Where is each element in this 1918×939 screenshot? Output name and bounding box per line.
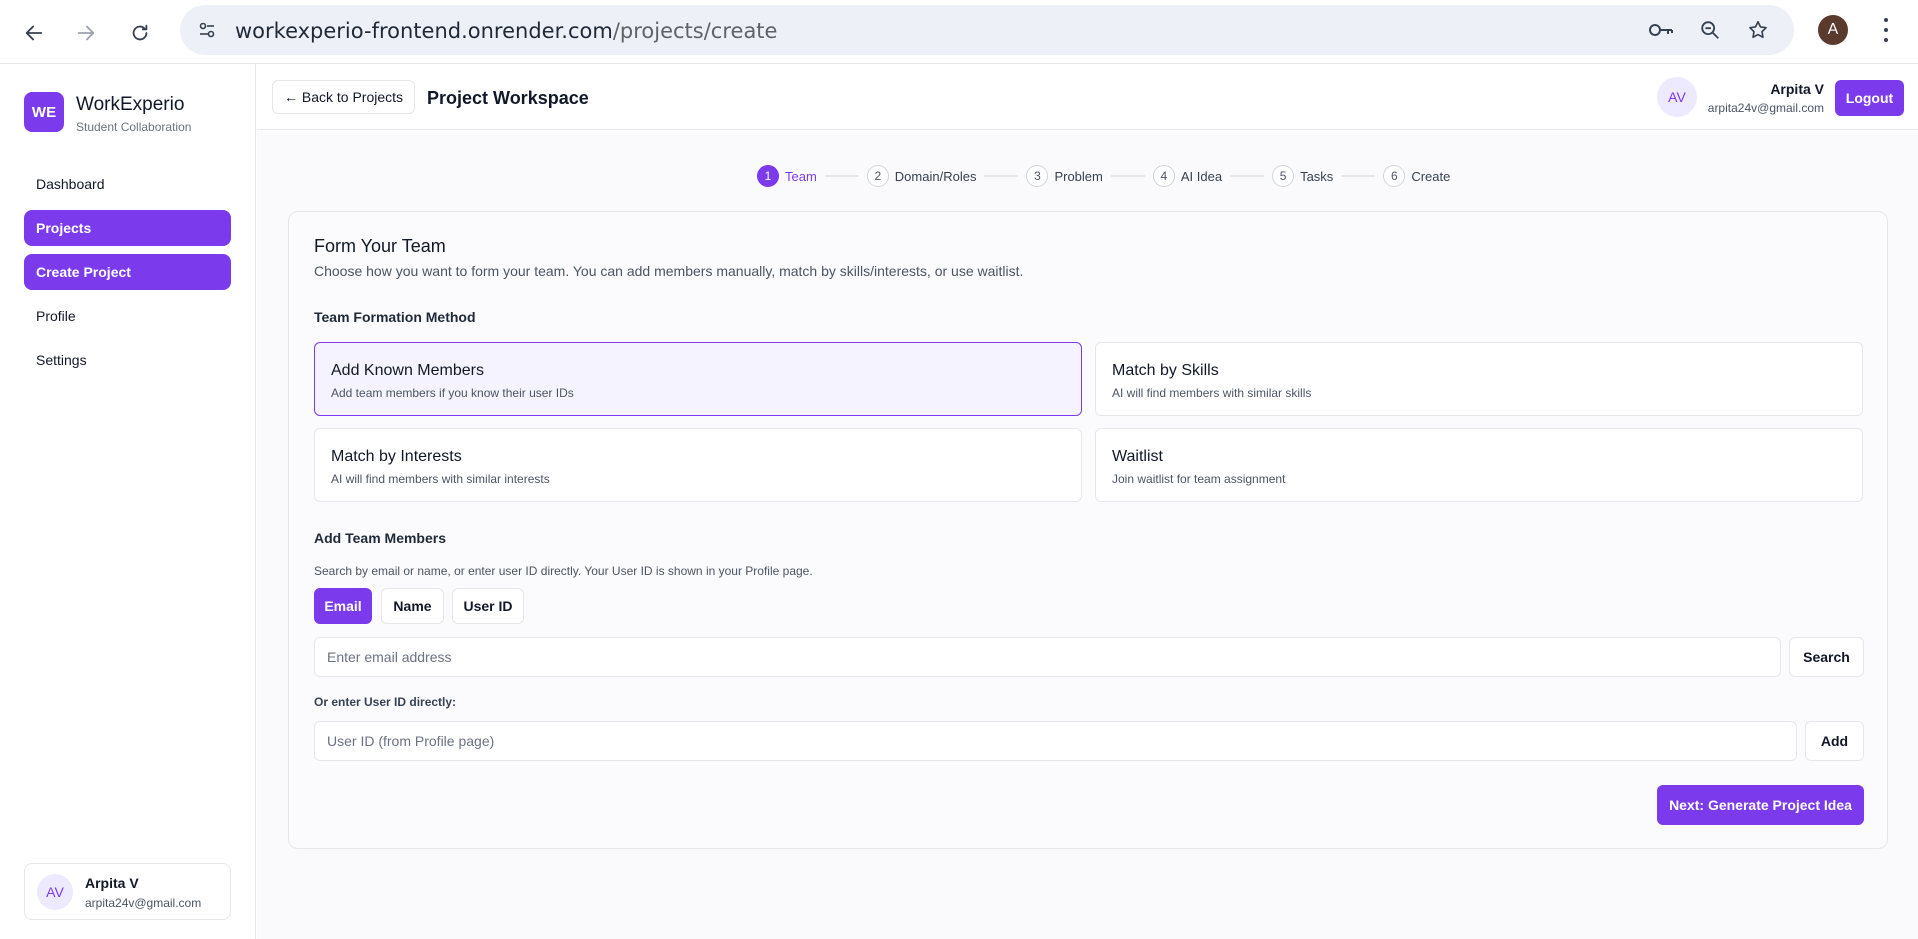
sidebar-item-profile[interactable]: Profile [24, 298, 231, 334]
email-search-input[interactable] [314, 637, 1781, 677]
site-settings-icon[interactable] [192, 15, 222, 45]
url-host: workexperio-frontend.onrender.com [235, 19, 613, 43]
next-generate-idea-button[interactable]: Next: Generate Project Idea [1657, 785, 1864, 825]
url-text: workexperio-frontend.onrender.com/projec… [235, 19, 777, 43]
step-connector [1341, 175, 1376, 177]
form-description: Choose how you want to form your team. Y… [314, 263, 1024, 279]
url-path: /projects/create [612, 19, 778, 43]
wizard-stepper: 1 Team 2 Domain/Roles 3 Problem 4 AI Idea 5T… [757, 164, 1450, 188]
zoom-icon[interactable] [1695, 15, 1725, 45]
add-members-label: Add Team Members [314, 530, 446, 546]
main-content: 1 Team 2 Domain/Roles 3 Problem 4 AI Idea 5T… [257, 131, 1918, 939]
method-label: Team Formation Method [314, 309, 476, 325]
step-tasks[interactable]: 5 Tasks [1272, 165, 1333, 187]
browser-menu-icon[interactable] [1880, 15, 1892, 45]
step-connector [824, 175, 859, 177]
team-form-card: Form Your Team Choose how you want to fo… [288, 211, 1888, 849]
option-match-by-skills[interactable]: Match by Skills AI will find members wit… [1095, 342, 1863, 416]
option-add-known-members[interactable]: Add Known Members Add team members if yo… [314, 342, 1082, 416]
userid-note: Or enter User ID directly: [314, 695, 457, 709]
step-label: Problem [1054, 168, 1103, 184]
step-label: Create [1411, 168, 1451, 184]
back-arrow-icon[interactable] [14, 13, 54, 53]
browser-toolbar: workexperio-frontend.onrender.com/projec… [0, 0, 1918, 64]
step-number: 6 [1383, 165, 1406, 187]
step-team[interactable]: 1 Team [757, 165, 817, 187]
option-description: AI will find members with similar skills [1112, 386, 1312, 400]
search-button[interactable]: Search [1789, 637, 1864, 677]
option-waitlist[interactable]: Waitlist Join waitlist for team assignme… [1095, 428, 1863, 502]
app-header: ← Back to Projects Project Workspace AV … [257, 64, 1918, 130]
option-title: Waitlist [1112, 448, 1163, 465]
option-match-by-interests[interactable]: Match by Interests AI will find members … [314, 428, 1082, 502]
sidebar-item-projects[interactable]: Projects [24, 210, 231, 246]
search-note: Search by email or name, or enter user I… [314, 564, 813, 578]
step-label: Team [785, 168, 817, 184]
bookmark-star-icon[interactable] [1743, 15, 1773, 45]
search-mode-user-id[interactable]: User ID [452, 588, 524, 624]
option-title: Match by Interests [331, 448, 462, 465]
step-label: AI Idea [1180, 168, 1223, 184]
step-connector [984, 175, 1019, 177]
option-description: Join waitlist for team assignment [1112, 472, 1286, 486]
option-description: AI will find members with similar intere… [331, 472, 550, 486]
brand-subtitle: Student Collaboration [76, 120, 192, 134]
forward-arrow-icon[interactable] [66, 13, 106, 53]
browser-profile-avatar[interactable]: A [1818, 15, 1848, 45]
form-title: Form Your Team [314, 236, 446, 256]
step-number: 3 [1026, 165, 1049, 187]
step-domain-roles[interactable]: 2 Domain/Roles [866, 165, 977, 187]
step-number: 5 [1272, 165, 1295, 187]
step-ai-idea[interactable]: 4 AI Idea [1152, 165, 1223, 187]
search-mode-name[interactable]: Name [381, 588, 444, 624]
step-problem[interactable]: 3 Problem [1026, 165, 1103, 187]
add-member-button[interactable]: Add [1805, 721, 1864, 761]
step-number: 1 [757, 165, 779, 187]
sidebar-user-email: arpita24v@gmail.com [85, 896, 202, 910]
avatar: AV [37, 874, 73, 910]
sidebar-user-card[interactable]: AV Arpita V arpita24v@gmail.com [24, 863, 231, 920]
sidebar: WE WorkExperio Student Collaboration Das… [0, 64, 256, 939]
option-title: Match by Skills [1112, 362, 1219, 379]
step-label: Tasks [1300, 168, 1334, 184]
step-number: 4 [1152, 165, 1175, 187]
app-logo[interactable]: WE [24, 92, 64, 132]
step-label: Domain/Roles [894, 168, 977, 184]
step-number: 2 [866, 165, 889, 187]
sidebar-user-name: Arpita V [85, 875, 139, 891]
brand-name: WorkExperio [76, 94, 185, 115]
sidebar-item-settings[interactable]: Settings [24, 342, 231, 378]
search-mode-email[interactable]: Email [314, 588, 372, 624]
page-title: Project Workspace [427, 88, 589, 108]
sidebar-item-create-project[interactable]: Create Project [24, 254, 231, 290]
user-id-input[interactable] [314, 721, 1797, 761]
sidebar-item-dashboard[interactable]: Dashboard [24, 166, 231, 202]
step-create[interactable]: 6 Create [1383, 165, 1450, 187]
logout-button[interactable]: Logout [1835, 80, 1904, 116]
step-connector [1230, 175, 1265, 177]
header-user-email: arpita24v@gmail.com [1707, 101, 1824, 115]
reload-icon[interactable] [120, 13, 160, 53]
option-description: Add team members if you know their user … [331, 386, 574, 400]
password-key-icon[interactable] [1646, 15, 1676, 45]
step-connector [1110, 175, 1145, 177]
address-bar[interactable]: workexperio-frontend.onrender.com/projec… [180, 5, 1794, 55]
option-title: Add Known Members [331, 362, 484, 379]
back-to-projects-button[interactable]: ← Back to Projects [272, 80, 415, 114]
header-user-name: Arpita V [1770, 81, 1824, 97]
